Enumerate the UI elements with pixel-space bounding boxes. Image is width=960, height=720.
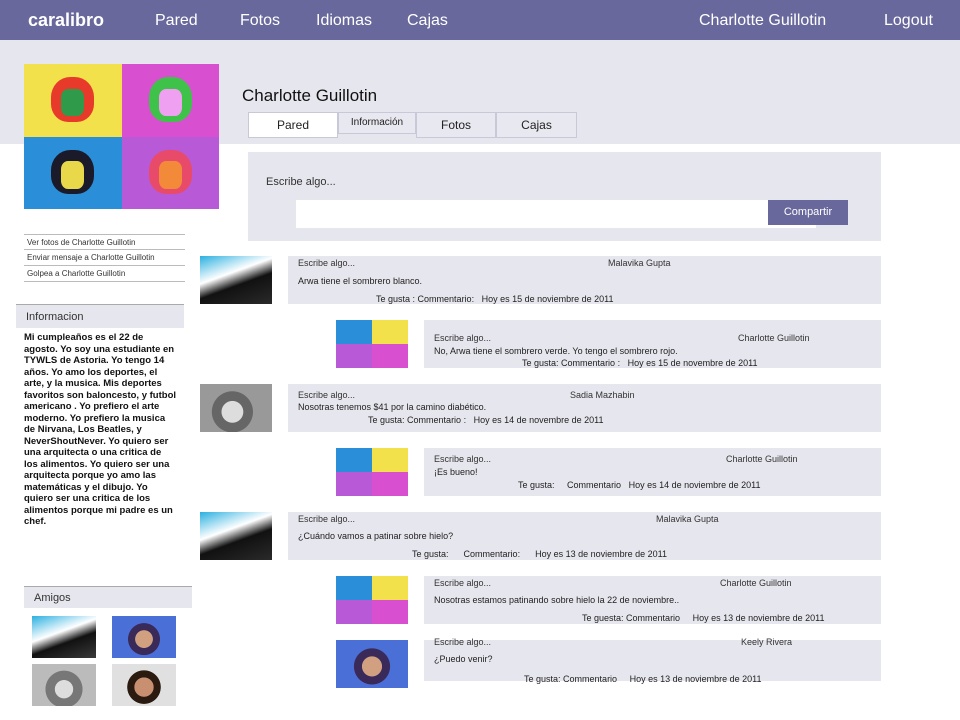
- post-author[interactable]: Charlotte Guillotin: [720, 578, 792, 588]
- like-link[interactable]: Te guesta:: [582, 613, 624, 623]
- post-author-photo[interactable]: [336, 320, 408, 368]
- post-label: Escribe algo...: [298, 514, 356, 524]
- tab-informacion[interactable]: Información: [338, 112, 416, 134]
- post-author-photo[interactable]: [200, 512, 272, 560]
- post-label: Escribe algo...: [298, 258, 356, 268]
- post-text: Nosotras tenemos $41 por la camino diabé…: [298, 402, 487, 412]
- info-text: Mi cumpleaños es el 22 de agosto. Yo soy…: [24, 332, 177, 527]
- post-label: Escribe algo...: [298, 390, 356, 400]
- info-heading: Informacion: [16, 304, 184, 328]
- nav-link-pared[interactable]: Pared: [155, 12, 198, 30]
- comment-link[interactable]: Commentario :: [561, 358, 620, 368]
- post-text: No, Arwa tiene el sombrero verde. Yo ten…: [434, 346, 678, 356]
- post-date: Hoy es 13 de noviembre de 2011: [692, 613, 825, 623]
- tab-fotos[interactable]: Fotos: [416, 112, 496, 138]
- post-meta: Te gusta: Commentario : Hoy es 15 de nov…: [522, 358, 758, 368]
- like-link[interactable]: Te gusta :: [376, 294, 415, 304]
- post-date: Hoy es 15 de noviembre de 2011: [481, 294, 614, 304]
- profile-actions: Ver fotos de Charlotte Guillotin Enviar …: [24, 234, 185, 282]
- comment-link[interactable]: Commentario: [626, 613, 680, 623]
- like-link[interactable]: Te gusta:: [368, 415, 405, 425]
- post-date: Hoy es 14 de novembre de 2011: [473, 415, 604, 425]
- wall-post: Escribe algo... Charlotte Guillotin ¡Es …: [424, 448, 881, 496]
- friend-avatar[interactable]: [32, 616, 96, 658]
- post-author-photo[interactable]: [336, 448, 408, 496]
- post-meta: Te gusta : Commentario: Hoy es 15 de nov…: [376, 294, 614, 304]
- post-text: ¿Cuándo vamos a patinar sobre hielo?: [298, 531, 454, 541]
- like-link[interactable]: Te gusta:: [524, 674, 561, 684]
- comment-link[interactable]: Commentario: [563, 674, 617, 684]
- post-label: Escribe algo...: [434, 637, 492, 647]
- friend-avatar[interactable]: [32, 664, 96, 706]
- wall-post: Escribe algo... Malavika Gupta ¿Cuándo v…: [288, 512, 881, 560]
- top-nav-bar: caralibro Pared Fotos Idiomas Cajas Char…: [0, 0, 960, 40]
- wall-post: Escribe algo... Charlotte Guillotin No, …: [424, 320, 881, 368]
- post-text: ¡Es bueno!: [434, 467, 478, 477]
- post-meta: Te gusta: Commentario Hoy es 14 de novie…: [518, 480, 761, 490]
- wall-post: Escribe algo... Charlotte Guillotin Noso…: [424, 576, 881, 624]
- nav-user-name[interactable]: Charlotte Guillotin: [699, 12, 826, 30]
- profile-picture-tile: [24, 136, 122, 209]
- wall-composer: Escribe algo... Compartir: [248, 152, 881, 241]
- wall-post-input[interactable]: [296, 200, 816, 228]
- post-author-photo[interactable]: [200, 384, 272, 432]
- nav-link-cajas[interactable]: Cajas: [407, 12, 448, 30]
- post-author[interactable]: Malavika Gupta: [608, 258, 671, 268]
- nav-link-fotos[interactable]: Fotos: [240, 12, 280, 30]
- post-author[interactable]: Malavika Gupta: [656, 514, 719, 524]
- post-text: Nosotras estamos patinando sobre hielo l…: [434, 595, 680, 605]
- profile-picture[interactable]: [24, 64, 219, 209]
- post-label: Escribe algo...: [434, 333, 492, 343]
- comment-link[interactable]: Commentario: [567, 480, 621, 490]
- post-text: Arwa tiene el sombrero blanco.: [298, 276, 423, 286]
- post-author[interactable]: Keely Rivera: [741, 637, 792, 647]
- post-date: Hoy es 13 de noviembre de 2011: [629, 674, 762, 684]
- post-author[interactable]: Sadia Mazhabin: [570, 390, 635, 400]
- poke-link[interactable]: Golpea a Charlotte Guillotin: [24, 266, 185, 282]
- post-meta: Te guesta: Commentario Hoy es 13 de novi…: [582, 613, 825, 623]
- profile-picture-tile: [24, 64, 122, 137]
- composer-prompt: Escribe algo...: [266, 176, 336, 188]
- post-author-photo[interactable]: [336, 576, 408, 624]
- post-date: Hoy es 13 de noviembre de 2011: [535, 549, 668, 559]
- post-author[interactable]: Charlotte Guillotin: [738, 333, 810, 343]
- post-label: Escribe algo...: [434, 578, 492, 588]
- nav-link-idiomas[interactable]: Idiomas: [316, 12, 372, 30]
- comment-link[interactable]: Commentario:: [418, 294, 475, 304]
- post-author-photo[interactable]: [336, 640, 408, 688]
- tab-pared[interactable]: Pared: [248, 112, 338, 138]
- post-date: Hoy es 15 de novembre de 2011: [627, 358, 758, 368]
- post-author[interactable]: Charlotte Guillotin: [726, 454, 798, 464]
- post-meta: Te gusta: Commentario : Hoy es 14 de nov…: [368, 415, 604, 425]
- profile-picture-tile: [121, 64, 219, 137]
- wall-post: Escribe algo... Malavika Gupta Arwa tien…: [288, 256, 881, 304]
- brand-logo[interactable]: caralibro: [28, 10, 104, 31]
- friend-avatar[interactable]: [112, 664, 176, 706]
- friends-heading: Amigos: [24, 586, 192, 608]
- like-link[interactable]: Te gusta:: [412, 549, 449, 559]
- wall-post: Escribe algo... Keely Rivera ¿Puedo veni…: [424, 637, 881, 684]
- profile-name: Charlotte Guillotin: [242, 86, 378, 105]
- post-meta: Te gusta: Commentario: Hoy es 13 de novi…: [412, 549, 667, 559]
- friend-avatar[interactable]: [112, 616, 176, 658]
- post-date: Hoy es 14 de noviembre de 2011: [628, 480, 761, 490]
- view-photos-link[interactable]: Ver fotos de Charlotte Guillotin: [24, 234, 185, 250]
- send-message-link[interactable]: Enviar mensaje a Charlotte Guillotin: [24, 250, 185, 266]
- post-text: ¿Puedo venir?: [434, 654, 493, 664]
- comment-link[interactable]: Commentario:: [464, 549, 521, 559]
- tab-cajas[interactable]: Cajas: [496, 112, 577, 138]
- post-label: Escribe algo...: [434, 454, 492, 464]
- wall-post: Escribe algo... Sadia Mazhabin Nosotras …: [288, 384, 881, 432]
- like-link[interactable]: Te gusta:: [518, 480, 555, 490]
- comment-link[interactable]: Commentario :: [407, 415, 466, 425]
- post-author-photo[interactable]: [200, 256, 272, 304]
- share-button[interactable]: Compartir: [768, 200, 848, 225]
- logout-link[interactable]: Logout: [884, 12, 933, 30]
- post-meta: Te gusta: Commentario Hoy es 13 de novie…: [524, 674, 762, 684]
- like-link[interactable]: Te gusta:: [522, 358, 559, 368]
- profile-picture-tile: [121, 136, 219, 209]
